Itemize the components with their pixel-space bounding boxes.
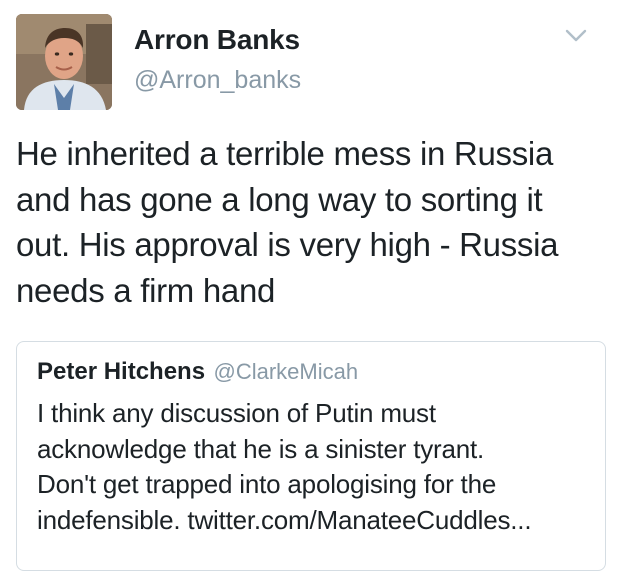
- author-handle[interactable]: @Arron_banks: [134, 66, 301, 95]
- quoted-tweet-header: Peter Hitchens @ClarkeMicah: [37, 358, 358, 386]
- quoted-author-name: Peter Hitchens: [37, 358, 206, 385]
- tweet-text-line: He inherited a terrible mess in Russia: [16, 135, 553, 172]
- quoted-text-line: I think any discussion of Putin must: [37, 398, 436, 428]
- quoted-author-handle: @ClarkeMicah: [213, 359, 359, 384]
- chevron-down-icon[interactable]: [564, 28, 588, 44]
- author-avatar[interactable]: [16, 14, 112, 110]
- avatar-photo-icon: [16, 14, 112, 110]
- quoted-tweet-text: I think any discussion of Putin must ack…: [37, 396, 597, 538]
- tweet-text-line: out. His approval is very high - Russia: [16, 226, 559, 263]
- quoted-tweet-card[interactable]: Peter Hitchens @ClarkeMicah I think any …: [16, 341, 606, 571]
- quoted-text-line: indefensible. twitter.com/ManateeCuddles…: [37, 504, 532, 535]
- quoted-text-line: acknowledge that he is a sinister tyrant…: [37, 433, 485, 464]
- tweet-card: Arron Banks @Arron_banks He inherited a …: [0, 0, 623, 571]
- tweet-text: He inherited a terrible mess in Russia a…: [16, 131, 616, 313]
- quoted-text-line: Don't get trapped into apologising for t…: [37, 469, 497, 499]
- tweet-text-line: needs a firm hand: [16, 271, 276, 309]
- tweet-text-line: and has gone a long way to sorting it: [16, 180, 543, 218]
- author-display-name[interactable]: Arron Banks: [134, 24, 300, 56]
